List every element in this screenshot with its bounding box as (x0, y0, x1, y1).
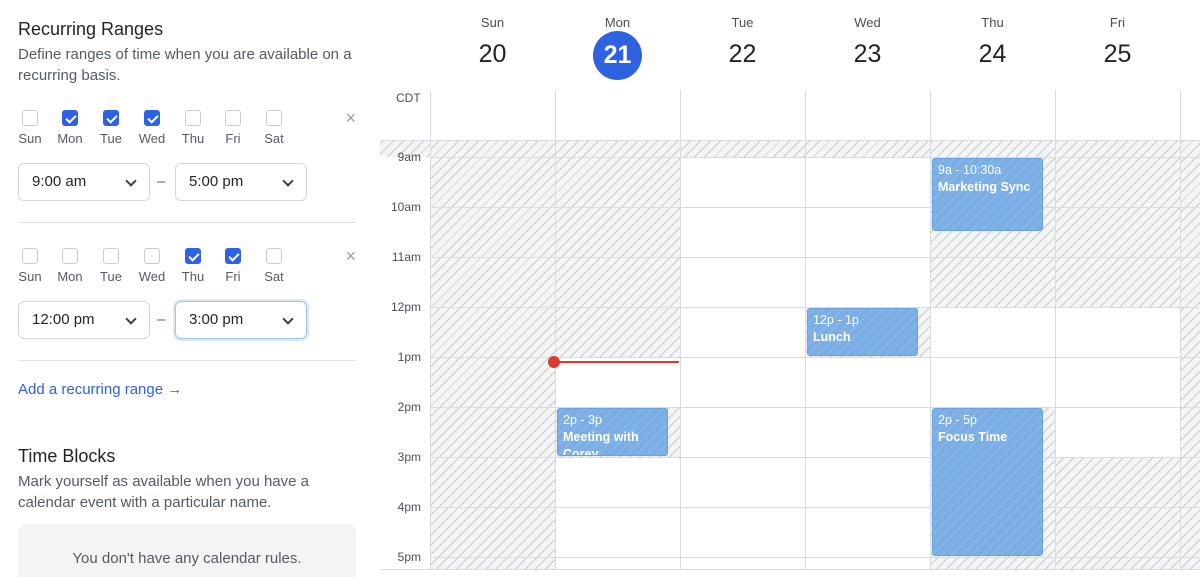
range-divider (18, 222, 356, 223)
unavailable-region (1055, 140, 1180, 307)
range-1-day-sat[interactable]: Sat (254, 110, 294, 146)
range-1-day-mon[interactable]: Mon (50, 110, 90, 146)
range-2-day-thu[interactable]: Thu (173, 248, 213, 284)
range-2-remove-icon[interactable]: × (345, 247, 356, 265)
empty-state-text: You don't have any calendar rules. (72, 550, 302, 567)
range-1-day-wed[interactable]: Wed (132, 110, 172, 146)
event-focus-time[interactable]: 2p - 5p Focus Time (932, 408, 1043, 556)
range-2-day-mon[interactable]: Mon (50, 248, 90, 284)
range-divider (18, 360, 356, 361)
range-2-day-tue[interactable]: Tue (91, 248, 131, 284)
range-1-separator: – (157, 173, 166, 190)
event-marketing-sync[interactable]: 9a - 10:30a Marketing Sync (932, 158, 1043, 231)
range-1-end-select[interactable]: 5:00 pm (175, 163, 307, 201)
hour-label: 11am (391, 250, 421, 264)
range-2-checkbox-sun[interactable] (22, 248, 38, 264)
range-2-checkbox-mon[interactable] (62, 248, 78, 264)
chevron-down-icon (282, 313, 294, 325)
range-2-checkbox-wed[interactable] (144, 248, 160, 264)
today-badge: 21 (593, 31, 642, 80)
hour-label: 9am (397, 150, 421, 164)
event-meeting-with-corey[interactable]: 2p - 3p Meeting with Corey (557, 408, 668, 456)
time-blocks-title: Time Blocks (18, 446, 116, 466)
range-2-start-select[interactable]: 12:00 pm (18, 301, 150, 339)
time-blocks-description: Mark yourself as available when you have… (18, 473, 309, 511)
chevron-down-icon (125, 175, 137, 187)
range-1-checkbox-sun[interactable] (22, 110, 38, 126)
range-2-end-select[interactable]: 3:00 pm (175, 301, 307, 339)
chevron-down-icon (125, 313, 137, 325)
hour-label: 5pm (397, 550, 421, 564)
week-calendar: Sun 20 Mon 21 Tue 22 Wed 23 Thu 24 Fri 2… (380, 0, 1200, 577)
day-number: 22 (728, 40, 757, 68)
day-number: 25 (1103, 40, 1132, 68)
day-number: 23 (853, 40, 882, 68)
add-recurring-range-link[interactable]: Add a recurring range → (18, 381, 182, 398)
range-1-checkbox-thu[interactable] (185, 110, 201, 126)
range-1-checkbox-fri[interactable] (225, 110, 241, 126)
range-1-day-fri[interactable]: Fri (213, 110, 253, 146)
event-lunch[interactable]: 12p - 1p Lunch (807, 308, 918, 356)
unavailable-region (555, 140, 680, 357)
hour-label: 3pm (397, 450, 421, 464)
hour-label: 12pm (390, 300, 421, 314)
chevron-down-icon (282, 175, 294, 187)
range-1-remove-icon[interactable]: × (345, 109, 356, 127)
day-number: 20 (478, 40, 507, 68)
range-2-day-sun[interactable]: Sun (10, 248, 50, 284)
range-1-day-sun[interactable]: Sun (10, 110, 50, 146)
range-2-day-sat[interactable]: Sat (254, 248, 294, 284)
range-2-day-wed[interactable]: Wed (132, 248, 172, 284)
range-2-day-fri[interactable]: Fri (213, 248, 253, 284)
hour-label: 10am (390, 200, 421, 214)
range-1-day-tue[interactable]: Tue (91, 110, 131, 146)
availability-panel: Recurring Ranges Define ranges of time w… (0, 0, 372, 577)
current-time-dot (548, 356, 560, 368)
timezone-label: CDT (396, 91, 421, 105)
current-time-line (554, 361, 679, 363)
range-1-checkbox-wed[interactable] (144, 110, 160, 126)
calendar-rules-empty-state: You don't have any calendar rules. (18, 524, 356, 577)
range-1-day-thu[interactable]: Thu (173, 110, 213, 146)
range-2-separator: – (157, 311, 166, 328)
day-number: 24 (978, 40, 1007, 68)
range-1-start-select[interactable]: 9:00 am (18, 163, 150, 201)
range-2-checkbox-sat[interactable] (266, 248, 282, 264)
unavailable-region (1180, 140, 1200, 570)
unavailable-region (430, 140, 555, 570)
range-2-checkbox-tue[interactable] (103, 248, 119, 264)
range-1-checkbox-mon[interactable] (62, 110, 78, 126)
hour-label: 4pm (397, 500, 421, 514)
range-2-days: Sun Mon Tue Wed Thu Fri Sat × (18, 247, 358, 288)
range-2-checkbox-thu[interactable] (185, 248, 201, 264)
range-1-checkbox-tue[interactable] (103, 110, 119, 126)
range-1-checkbox-sat[interactable] (266, 110, 282, 126)
recurring-ranges-description: Define ranges of time when you are avail… (18, 46, 352, 84)
range-1-days: Sun Mon Tue Wed Thu Fri Sat × (18, 109, 358, 150)
unavailable-region (1055, 457, 1180, 570)
hour-label: 1pm (397, 350, 421, 364)
recurring-ranges-title: Recurring Ranges (18, 19, 164, 39)
range-2-checkbox-fri[interactable] (225, 248, 241, 264)
hour-label: 2pm (397, 400, 421, 414)
